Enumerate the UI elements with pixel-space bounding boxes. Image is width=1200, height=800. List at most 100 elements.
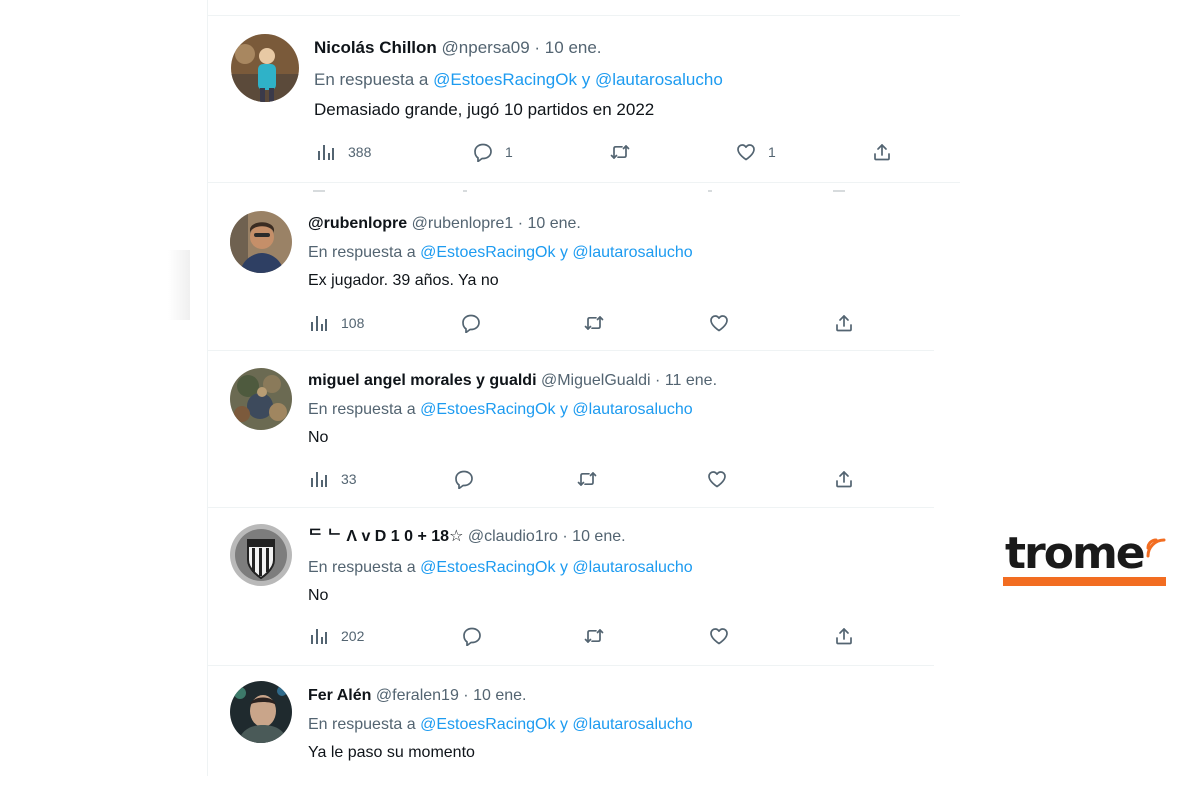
share-upload-icon <box>874 144 890 161</box>
tweet-actions: 202 <box>208 626 934 650</box>
mention-conjunction: y <box>559 244 568 261</box>
avatar-photo-icon <box>230 681 292 743</box>
reply-bubble-icon <box>455 470 473 489</box>
tweet-date[interactable]: · 10 ene. <box>518 215 581 232</box>
mention-link[interactable]: @lautarosalucho <box>572 401 692 418</box>
tweet-date[interactable]: · 10 ene. <box>562 528 625 545</box>
share-button[interactable] <box>834 313 854 333</box>
views-chart-icon <box>311 629 327 644</box>
tweet-1[interactable]: Nicolás Chillon @npersa09 · 10 ene. En r… <box>208 16 960 195</box>
retweet-button[interactable] <box>577 469 609 489</box>
mention-link[interactable]: @lautarosalucho <box>572 559 692 576</box>
reply-button[interactable]: 1 <box>473 142 513 162</box>
signal-waves-icon <box>1146 538 1166 558</box>
tweet-5[interactable]: Fer Alén @feralen19 · 10 ene. En respues… <box>208 666 934 776</box>
avatar[interactable] <box>230 681 292 743</box>
mention-link[interactable]: @lautarosalucho <box>595 70 723 89</box>
user-handle[interactable]: @npersa09 <box>442 38 530 57</box>
display-name[interactable]: miguel angel morales y gualdi <box>308 372 537 389</box>
tweet-2[interactable]: @rubenlopre @rubenlopre1 · 10 ene. En re… <box>208 195 934 351</box>
mention-link[interactable]: @EstoesRacingOk <box>433 70 577 89</box>
tweet-actions: 108 <box>208 313 934 337</box>
avatar[interactable] <box>230 211 292 273</box>
heart-icon <box>737 144 755 161</box>
views-count: 33 <box>341 471 357 487</box>
display-name[interactable]: Fer Alén <box>308 687 371 704</box>
like-button[interactable] <box>707 469 739 489</box>
reply-button[interactable] <box>462 626 494 646</box>
views-button[interactable]: 33 <box>309 469 357 489</box>
reply-count: 1 <box>505 144 513 160</box>
views-chart-icon <box>318 145 334 160</box>
mention-conjunction: y <box>581 70 591 89</box>
mention-link[interactable]: @EstoesRacingOk <box>420 244 555 261</box>
reply-prefix: En respuesta a <box>308 401 416 418</box>
share-button[interactable] <box>834 626 854 646</box>
heart-icon <box>710 315 728 332</box>
mention-conjunction: y <box>559 559 568 576</box>
retweet-icon <box>577 472 597 486</box>
mention-conjunction: y <box>559 716 568 733</box>
user-handle[interactable]: @rubenlopre1 <box>412 215 514 232</box>
share-upload-icon <box>836 315 852 332</box>
avatar[interactable] <box>231 34 299 102</box>
tweet-4[interactable]: ᄃ ᄂ Λ v D 1 0 + 18☆ @claudio1ro · 10 ene… <box>208 508 934 666</box>
like-button[interactable]: 1 <box>736 142 776 162</box>
reply-prefix: En respuesta a <box>308 716 416 733</box>
avatar[interactable] <box>230 368 292 430</box>
views-button[interactable]: 108 <box>309 313 364 333</box>
user-handle[interactable]: @claudio1ro <box>468 528 558 545</box>
share-button[interactable] <box>872 142 892 162</box>
display-name[interactable]: @rubenlopre <box>308 215 407 232</box>
views-count: 202 <box>341 628 365 644</box>
display-name[interactable]: Nicolás Chillon <box>314 38 437 57</box>
like-button[interactable] <box>709 626 741 646</box>
tweet-text: No <box>308 429 329 446</box>
views-button[interactable]: 202 <box>309 626 364 646</box>
reply-button[interactable] <box>461 313 493 333</box>
retweet-icon <box>584 629 604 643</box>
reply-context: En respuesta a @EstoesRacingOk y @lautar… <box>308 560 693 576</box>
mention-link[interactable]: @EstoesRacingOk <box>420 401 555 418</box>
user-handle[interactable]: @feralen19 <box>376 687 459 704</box>
avatar-club-crest-icon <box>230 524 292 586</box>
avatar[interactable] <box>230 524 292 586</box>
tweet-date[interactable]: · 10 ene. <box>534 38 601 57</box>
tweet-actions: 388 1 1 <box>208 142 960 166</box>
reply-context: En respuesta a @EstoesRacingOk y @lautar… <box>314 71 723 88</box>
mention-link[interactable]: @EstoesRacingOk <box>420 559 555 576</box>
reply-context: En respuesta a @EstoesRacingOk y @lautar… <box>308 402 693 418</box>
tweet-divider <box>208 182 960 183</box>
user-handle[interactable]: @MiguelGualdi <box>541 372 651 389</box>
display-name[interactable]: ᄃ ᄂ Λ v D 1 0 + 18☆ <box>308 528 463 545</box>
mention-link[interactable]: @EstoesRacingOk <box>420 716 555 733</box>
mention-conjunction: y <box>559 401 568 418</box>
tweet-text: Ex jugador. 39 años. Ya no <box>308 272 499 289</box>
avatar-photo-icon <box>230 368 292 430</box>
views-button[interactable]: 388 <box>316 142 371 162</box>
avatar-photo-icon <box>231 34 299 102</box>
tweet-3[interactable]: miguel angel morales y gualdi @MiguelGua… <box>208 351 934 508</box>
like-button[interactable] <box>709 313 741 333</box>
retweet-button[interactable] <box>584 626 616 646</box>
mention-link[interactable]: @lautarosalucho <box>572 716 692 733</box>
reply-prefix: En respuesta a <box>308 244 416 261</box>
tweet-date[interactable]: · 10 ene. <box>463 687 526 704</box>
background-ghost-shape <box>168 250 190 320</box>
reply-button[interactable] <box>454 469 486 489</box>
reply-prefix: En respuesta a <box>314 70 429 89</box>
reply-bubble-icon <box>462 314 480 333</box>
views-count: 388 <box>348 144 372 160</box>
reply-prefix: En respuesta a <box>308 559 416 576</box>
retweet-icon <box>610 145 630 159</box>
reply-bubble-icon <box>474 143 492 162</box>
tweet-date[interactable]: · 11 ene. <box>655 372 717 389</box>
retweet-button[interactable] <box>610 142 642 162</box>
tweet-text: No <box>308 587 329 604</box>
retweet-button[interactable] <box>584 313 616 333</box>
views-count: 108 <box>341 315 365 331</box>
retweet-icon <box>584 316 604 330</box>
mention-link[interactable]: @lautarosalucho <box>572 244 692 261</box>
share-button[interactable] <box>834 469 854 489</box>
heart-icon <box>710 628 728 645</box>
